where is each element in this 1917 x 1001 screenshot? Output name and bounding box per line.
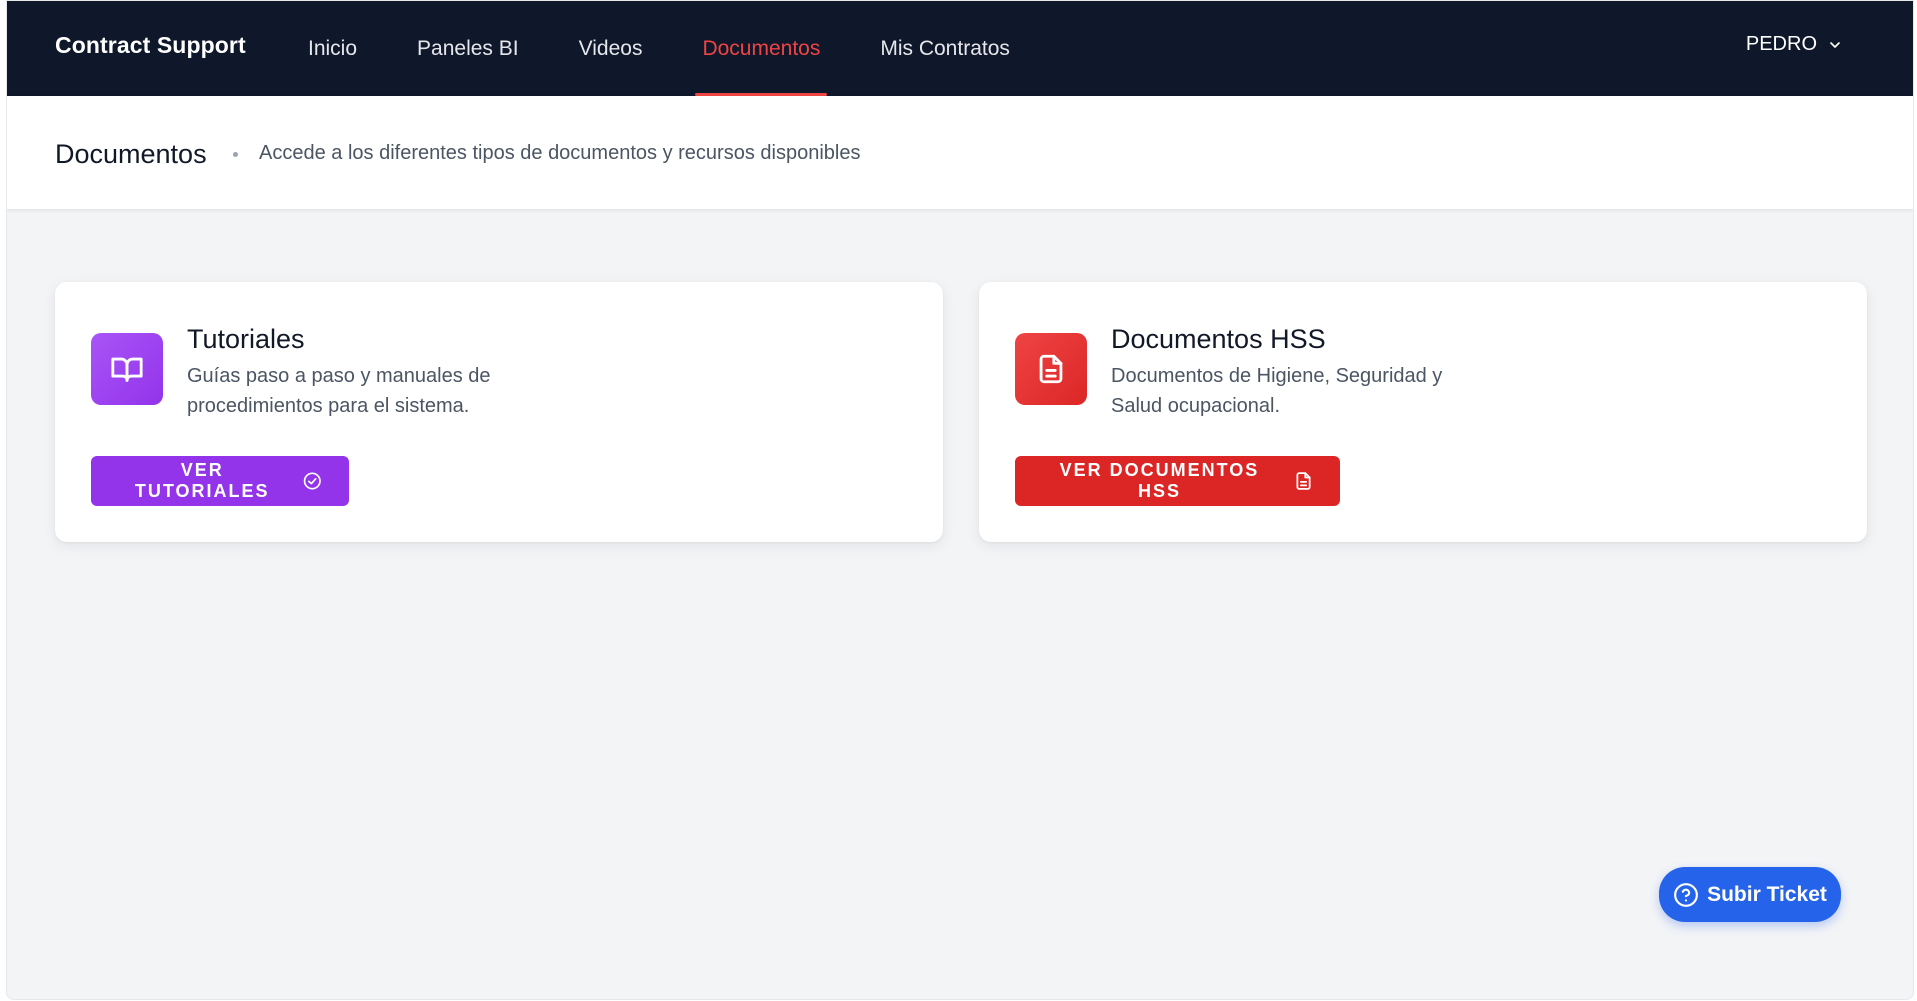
user-name: PEDRO	[1745, 33, 1817, 55]
user-menu[interactable]: PEDRO	[1746, 33, 1843, 56]
page-title: Documentos	[55, 139, 207, 169]
help-circle-icon	[1674, 882, 1698, 907]
ticket-label: Subir Ticket	[1707, 882, 1827, 906]
card-title: Tutoriales	[187, 324, 305, 354]
card-icon-box	[91, 333, 163, 405]
page-subtitle: Accede a los diferentes tipos de documen…	[259, 142, 861, 164]
nav-link-mis-contratos[interactable]: Mis Contratos	[873, 1, 1017, 96]
nav-link-inicio[interactable]: Inicio	[301, 1, 364, 96]
nav-link-paneles-bi[interactable]: Paneles BI	[410, 1, 526, 96]
card-title: Documentos HSS	[1111, 324, 1326, 354]
document-icon	[1296, 472, 1311, 490]
app-frame: Contract Support Inicio Paneles BI Video…	[6, 0, 1914, 1000]
nav-link-videos[interactable]: Videos	[572, 1, 650, 96]
ver-tutoriales-button[interactable]: VER TUTORIALES	[91, 456, 349, 506]
card-description: Guías paso a paso y manuales de procedim…	[187, 365, 491, 417]
book-icon	[111, 357, 143, 382]
check-circle-icon	[304, 472, 322, 490]
card-icon-box	[1015, 333, 1087, 405]
button-label: VER DOCUMENTOS HSS	[1059, 460, 1260, 501]
card-description: Documentos de Higiene, Seguridad y Salud…	[1111, 365, 1443, 417]
card-tutoriales: Tutoriales Guías paso a paso y manuales …	[55, 282, 943, 542]
document-icon	[1039, 354, 1063, 384]
card-documentos-hss: Documentos HSS Documentos de Higiene, Se…	[979, 282, 1867, 542]
brand-logo[interactable]: Contract Support	[55, 32, 246, 59]
nav-link-documentos[interactable]: Documentos	[695, 1, 828, 96]
top-navbar: Contract Support Inicio Paneles BI Video…	[7, 1, 1913, 96]
page-header: Documentos Accede a los diferentes tipos…	[7, 96, 1913, 210]
chevron-down-icon	[1830, 41, 1840, 48]
ver-documentos-hss-button[interactable]: VER DOCUMENTOS HSS	[1015, 456, 1340, 506]
header-separator-dot	[233, 152, 238, 157]
nav-links: Inicio Paneles BI Videos Documentos Mis …	[301, 1, 1063, 96]
button-label: VER TUTORIALES	[134, 460, 270, 501]
subir-ticket-button[interactable]: Subir Ticket	[1659, 867, 1841, 922]
